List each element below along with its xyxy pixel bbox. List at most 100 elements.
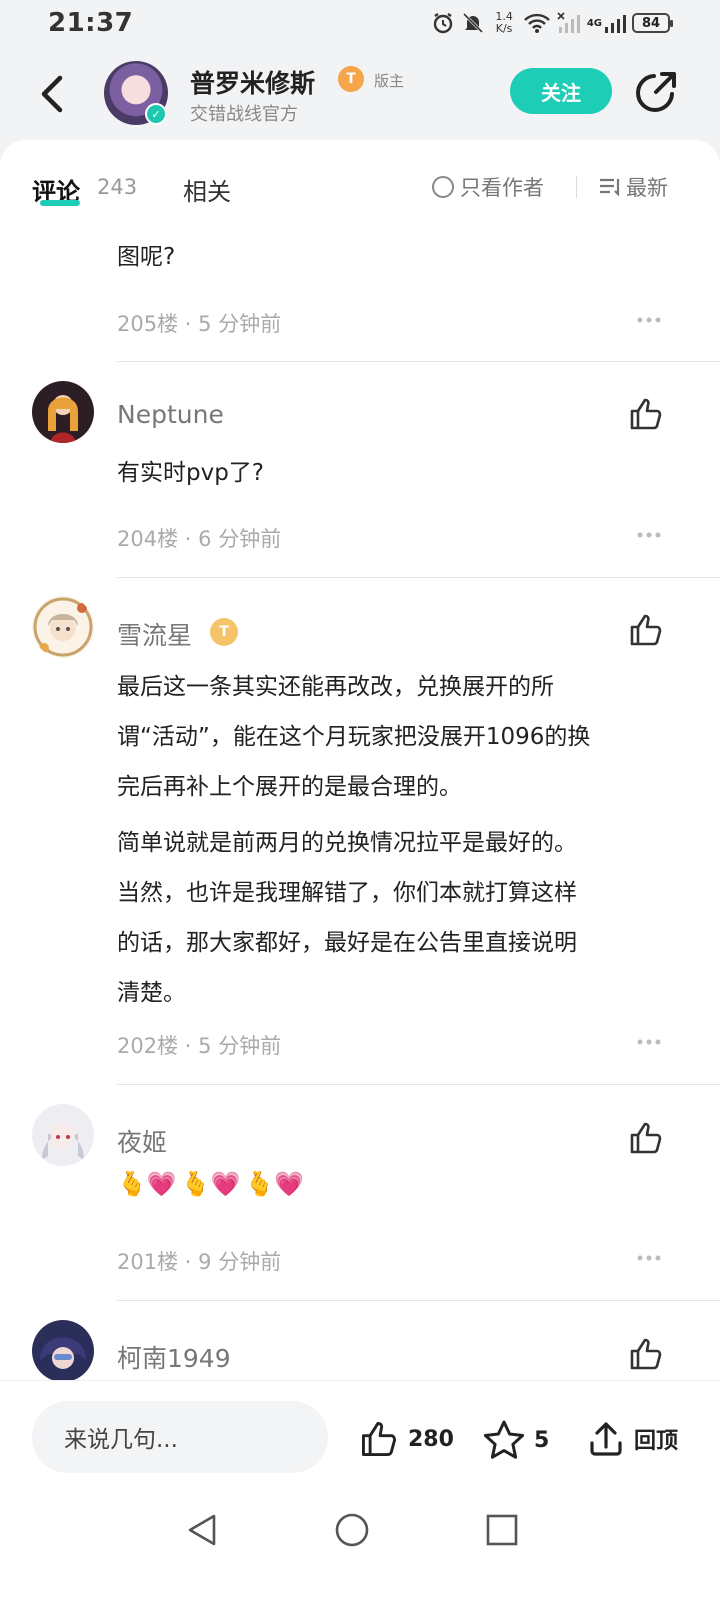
more-icon[interactable] (636, 1038, 662, 1046)
comment-line: 完后再补上个展开的是最合理的。 (117, 774, 462, 800)
commenter-name[interactable]: 夜姬 (117, 1123, 167, 1159)
signal-x-icon (557, 12, 580, 33)
meta-separator: · (184, 527, 192, 551)
status-time: 21:37 (48, 8, 134, 38)
comment-line: 最后这一条其实还能再改改，兑换展开的所 (117, 674, 554, 700)
nav-back-icon[interactable] (184, 1512, 220, 1548)
divider (117, 577, 720, 578)
finger-heart-emoji: 🫰💗 (244, 1170, 305, 1198)
divider (117, 1084, 720, 1085)
comment-meta: 201楼 · 9 分钟前 (117, 1246, 281, 1276)
only-author-filter[interactable]: 只看作者 (432, 172, 544, 202)
rank-badge-icon: T (338, 66, 364, 92)
comment-text: 图呢? (117, 244, 176, 270)
author-subtitle: 交错战线官方 (190, 104, 298, 125)
mute-bell-icon (463, 12, 484, 34)
comment-meta: 204楼 · 6 分钟前 (117, 523, 281, 553)
alarm-icon (434, 13, 453, 34)
follow-button[interactable]: 关注 (510, 68, 612, 114)
comment-line: 谓“活动”，能在这个月玩家把没展开1096的换 (117, 724, 591, 750)
thumbs-up-icon[interactable] (628, 1336, 664, 1372)
thumbs-up-icon[interactable] (628, 612, 664, 648)
radio-icon (432, 176, 454, 198)
comment-body: 简单说就是前两月的兑换情况拉平是最好的。 当然，也许是我理解错了，你们本就打算这… (117, 818, 687, 1018)
comment-input[interactable]: 来说几句... (32, 1401, 328, 1473)
comments-count: 243 (97, 175, 138, 199)
author-name[interactable]: 普罗米修斯 (190, 64, 315, 100)
avatar[interactable] (32, 1320, 94, 1380)
comment-time: 5 分钟前 (198, 312, 282, 336)
status-icons: 1.4 K/s 4G 84 (431, 8, 673, 38)
wifi-icon (523, 13, 550, 33)
only-author-label: 只看作者 (460, 176, 544, 200)
net-speed: 1.4 K/s (495, 11, 513, 35)
thumbs-up-icon (362, 1422, 396, 1456)
status-bar: 21:37 1.4 K/s 4G 84 (0, 0, 720, 46)
meta-separator: · (184, 1034, 192, 1058)
comment-line: 当然，也许是我理解错了，你们本就打算这样 (117, 880, 577, 906)
like-count: 280 (408, 1426, 454, 1452)
comment-time: 6 分钟前 (198, 527, 282, 551)
star-icon (483, 1420, 525, 1459)
avatar[interactable] (32, 381, 94, 443)
sort-button[interactable]: 最新 (598, 172, 668, 202)
more-icon[interactable] (636, 316, 662, 324)
floor-number: 201楼 (117, 1250, 179, 1274)
meta-separator: · (184, 1250, 192, 1274)
comment-text: 有实时pvp了? (117, 460, 265, 486)
comment-meta: 202楼 · 5 分钟前 (117, 1030, 281, 1060)
floor-number: 205楼 (117, 312, 179, 336)
tab-active-indicator (40, 200, 80, 206)
comment-line: 的话，那大家都好，最好是在公告里直接说明 (117, 930, 577, 956)
post-header: ✓ 普罗米修斯 T 版主 交错战线官方 关注 (0, 46, 720, 142)
share-icon[interactable] (632, 68, 680, 116)
more-icon[interactable] (636, 531, 662, 539)
avatar[interactable] (32, 1104, 94, 1166)
commenter-name[interactable]: Neptune (117, 400, 224, 429)
thumbs-up-icon[interactable] (628, 396, 664, 432)
comment-tabs: 评论 243 相关 只看作者 最新 (0, 140, 720, 230)
network-type: 4G (586, 17, 602, 29)
commenter-name[interactable]: 雪流星 (117, 616, 192, 652)
nav-recents-icon[interactable] (484, 1512, 520, 1548)
favorite-count: 5 (534, 1427, 550, 1453)
back-to-top-label: 回顶 (634, 1429, 679, 1454)
floor-number: 202楼 (117, 1034, 179, 1058)
comment-line: 清楚。 (117, 980, 186, 1006)
back-to-top-button[interactable]: 回顶 (586, 1419, 678, 1459)
meta-separator: · (184, 312, 192, 336)
role-tag: 版主 (374, 72, 405, 90)
commenter-name[interactable]: 柯南1949 (117, 1339, 231, 1375)
signal-icon (605, 15, 626, 33)
comment-time: 5 分钟前 (198, 1034, 282, 1058)
battery-level: 84 (641, 15, 661, 31)
sort-icon (600, 178, 620, 197)
comment-body: 最后这一条其实还能再改改，兑换展开的所 谓“活动”，能在这个月玩家把没展开109… (117, 662, 687, 812)
thumbs-up-icon[interactable] (628, 1120, 664, 1156)
level-badge-icon: T (210, 618, 238, 646)
more-icon[interactable] (636, 1254, 662, 1262)
bottom-action-bar: 来说几句... 280 5 回顶 (0, 1380, 720, 1490)
nav-home-icon[interactable] (334, 1512, 370, 1548)
divider (117, 361, 720, 362)
finger-heart-emoji: 🫰💗 (117, 1170, 177, 1198)
like-button[interactable]: 280 (358, 1419, 454, 1459)
level-badge-label: T (219, 624, 229, 640)
emoji-row: 🫰💗 🫰💗 🫰💗 (117, 1170, 304, 1198)
net-speed-unit: K/s (495, 22, 513, 35)
verified-icon: ✓ (145, 103, 167, 125)
comment-meta: 205楼 · 5 分钟前 (117, 308, 281, 338)
comment-time: 9 分钟前 (198, 1250, 282, 1274)
battery-icon: 84 (632, 13, 673, 33)
upload-arrow-icon (590, 1422, 622, 1456)
system-nav-bar (0, 1490, 720, 1600)
favorite-button[interactable]: 5 (482, 1419, 549, 1461)
comment-line: 简单说就是前两月的兑换情况拉平是最好的。 (117, 830, 577, 856)
rank-badge-label: T (346, 71, 356, 87)
back-icon[interactable] (32, 72, 72, 116)
tab-related[interactable]: 相关 (183, 172, 231, 207)
divider (576, 176, 577, 198)
divider (117, 1300, 720, 1301)
avatar[interactable] (32, 596, 94, 658)
sort-label: 最新 (626, 176, 668, 200)
